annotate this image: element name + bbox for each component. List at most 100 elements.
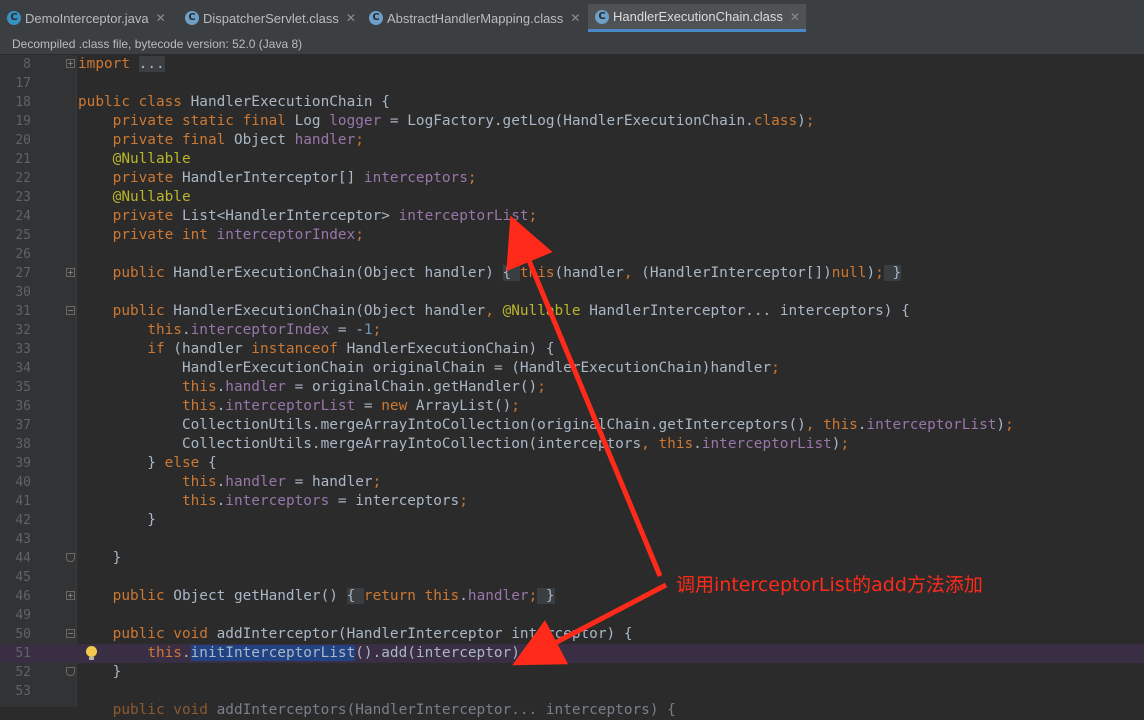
code-text: } [78, 550, 122, 566]
line-number: 35 [15, 380, 31, 395]
java-class-file-icon: C [7, 11, 21, 25]
line-number: 18 [15, 95, 31, 110]
annotation-label: 调用interceptorList的add方法添加 [676, 574, 983, 596]
code-text: } else { [78, 455, 217, 471]
code-editor[interactable]: 8 + import ... 17 18 public class Handle… [0, 55, 1144, 718]
line-number: 53 [15, 684, 31, 699]
line-number: 32 [15, 323, 31, 338]
code-line: 18 public class HandlerExecutionChain { [0, 93, 1144, 112]
code-line: 23 @Nullable [0, 188, 1144, 207]
line-number: 33 [15, 342, 31, 357]
code-text: private final Object handler; [112, 132, 364, 148]
line-number: 30 [15, 285, 31, 300]
code-line: public void addInterceptors(HandlerInter… [0, 701, 1144, 720]
line-number: 44 [15, 551, 31, 566]
line-number: 52 [15, 665, 31, 680]
code-line: 44 } [0, 549, 1144, 568]
close-icon[interactable]: ✕ [790, 10, 800, 24]
code-line: 8 + import ... [0, 55, 1144, 74]
code-line: 40 this.handler = handler; [0, 473, 1144, 492]
code-line: 42 } [0, 511, 1144, 530]
tab-handlerexecutionchain[interactable]: C HandlerExecutionChain.class ✕ [588, 4, 806, 32]
code-line: 49 [0, 606, 1144, 625]
line-number: 39 [15, 456, 31, 471]
code-text: public HandlerExecutionChain(Object hand… [112, 303, 910, 319]
fold-end-icon[interactable] [66, 667, 75, 676]
code-line: 34 HandlerExecutionChain originalChain =… [0, 359, 1144, 378]
code-line: 33 if (handler instanceof HandlerExecuti… [0, 340, 1144, 359]
line-number: 37 [15, 418, 31, 433]
code-text: import ... [78, 56, 165, 72]
fold-expand-icon[interactable]: + [66, 591, 75, 600]
close-icon[interactable]: ✕ [346, 11, 356, 25]
tab-label: DispatcherServlet.class [203, 10, 339, 26]
code-text: @Nullable [112, 189, 191, 205]
code-line: 52 } [0, 663, 1144, 682]
code-line: 41 this.interceptors = interceptors; [0, 492, 1144, 511]
code-text: private HandlerInterceptor[] interceptor… [112, 170, 477, 186]
line-number: 27 [15, 266, 31, 281]
tab-dispatcherservlet[interactable]: C DispatcherServlet.class ✕ [178, 4, 360, 32]
code-line: 53 [0, 682, 1144, 701]
fold-collapse-icon[interactable]: − [66, 306, 75, 315]
line-number: 38 [15, 437, 31, 452]
code-line: 25 private int interceptorIndex; [0, 226, 1144, 245]
line-number: 51 [15, 646, 31, 661]
tab-demointerceptor[interactable]: C DemoInterceptor.java ✕ [0, 4, 175, 32]
code-text: private List<HandlerInterceptor> interce… [112, 208, 538, 224]
code-text: this.handler = originalChain.getHandler(… [181, 379, 546, 395]
code-text: this.initInterceptorList().add(intercept… [147, 645, 529, 661]
code-text: this.interceptorIndex = -1; [147, 322, 382, 338]
decompiled-banner: Decompiled .class file, bytecode version… [0, 33, 1144, 55]
tab-label: DemoInterceptor.java [25, 10, 149, 26]
code-text: this.interceptorList = new ArrayList(); [181, 398, 520, 414]
tab-label: HandlerExecutionChain.class [613, 9, 783, 24]
line-number: 21 [15, 152, 31, 167]
code-text: CollectionUtils.mergeArrayIntoCollection… [78, 417, 1014, 433]
fold-expand-icon[interactable]: + [66, 59, 75, 68]
line-number: 43 [15, 532, 31, 547]
class-file-icon: C [369, 11, 383, 25]
line-number: 36 [15, 399, 31, 414]
current-code-line: 51 this.initInterceptorList().add(interc… [0, 644, 1144, 663]
code-line: 22 private HandlerInterceptor[] intercep… [0, 169, 1144, 188]
code-line: 39 } else { [0, 454, 1144, 473]
line-number: 40 [15, 475, 31, 490]
code-text: public Object getHandler() { return this… [112, 588, 555, 604]
code-text: @Nullable [112, 151, 191, 167]
code-text: } [78, 512, 156, 528]
line-number: 20 [15, 133, 31, 148]
code-text: public void addInterceptor(HandlerInterc… [112, 626, 633, 642]
code-line: 26 [0, 245, 1144, 264]
class-file-icon: C [595, 9, 609, 24]
code-line: 32 this.interceptorIndex = -1; [0, 321, 1144, 340]
line-number: 17 [15, 76, 31, 91]
tab-abstracthandlermapping[interactable]: C AbstractHandlerMapping.class ✕ [362, 4, 585, 32]
editor-tab-bar: C DemoInterceptor.java ✕ C DispatcherSer… [0, 0, 1144, 34]
line-number: 22 [15, 171, 31, 186]
code-line: 19 private static final Log logger = Log… [0, 112, 1144, 131]
line-number: 8 [23, 57, 31, 72]
close-icon[interactable]: ✕ [156, 11, 166, 25]
line-number: 31 [15, 304, 31, 319]
code-line: 38 CollectionUtils.mergeArrayIntoCollect… [0, 435, 1144, 454]
line-number: 34 [15, 361, 31, 376]
fold-expand-icon[interactable]: + [66, 268, 75, 277]
code-text: public class HandlerExecutionChain { [78, 94, 390, 110]
code-line: 37 CollectionUtils.mergeArrayIntoCollect… [0, 416, 1144, 435]
close-icon[interactable]: ✕ [570, 11, 580, 25]
line-number: 50 [15, 627, 31, 642]
code-line: 27 + public HandlerExecutionChain(Object… [0, 264, 1144, 283]
line-number: 26 [15, 247, 31, 262]
line-number: 23 [15, 190, 31, 205]
code-line: 36 this.interceptorList = new ArrayList(… [0, 397, 1144, 416]
line-number: 25 [15, 228, 31, 243]
line-number: 46 [15, 589, 31, 604]
fold-collapse-icon[interactable]: − [66, 629, 75, 638]
line-number: 19 [15, 114, 31, 129]
code-text: CollectionUtils.mergeArrayIntoCollection… [78, 436, 850, 452]
fold-end-icon[interactable] [66, 553, 75, 562]
code-line: 31 − public HandlerExecutionChain(Object… [0, 302, 1144, 321]
code-line: 17 [0, 74, 1144, 93]
line-number: 24 [15, 209, 31, 224]
